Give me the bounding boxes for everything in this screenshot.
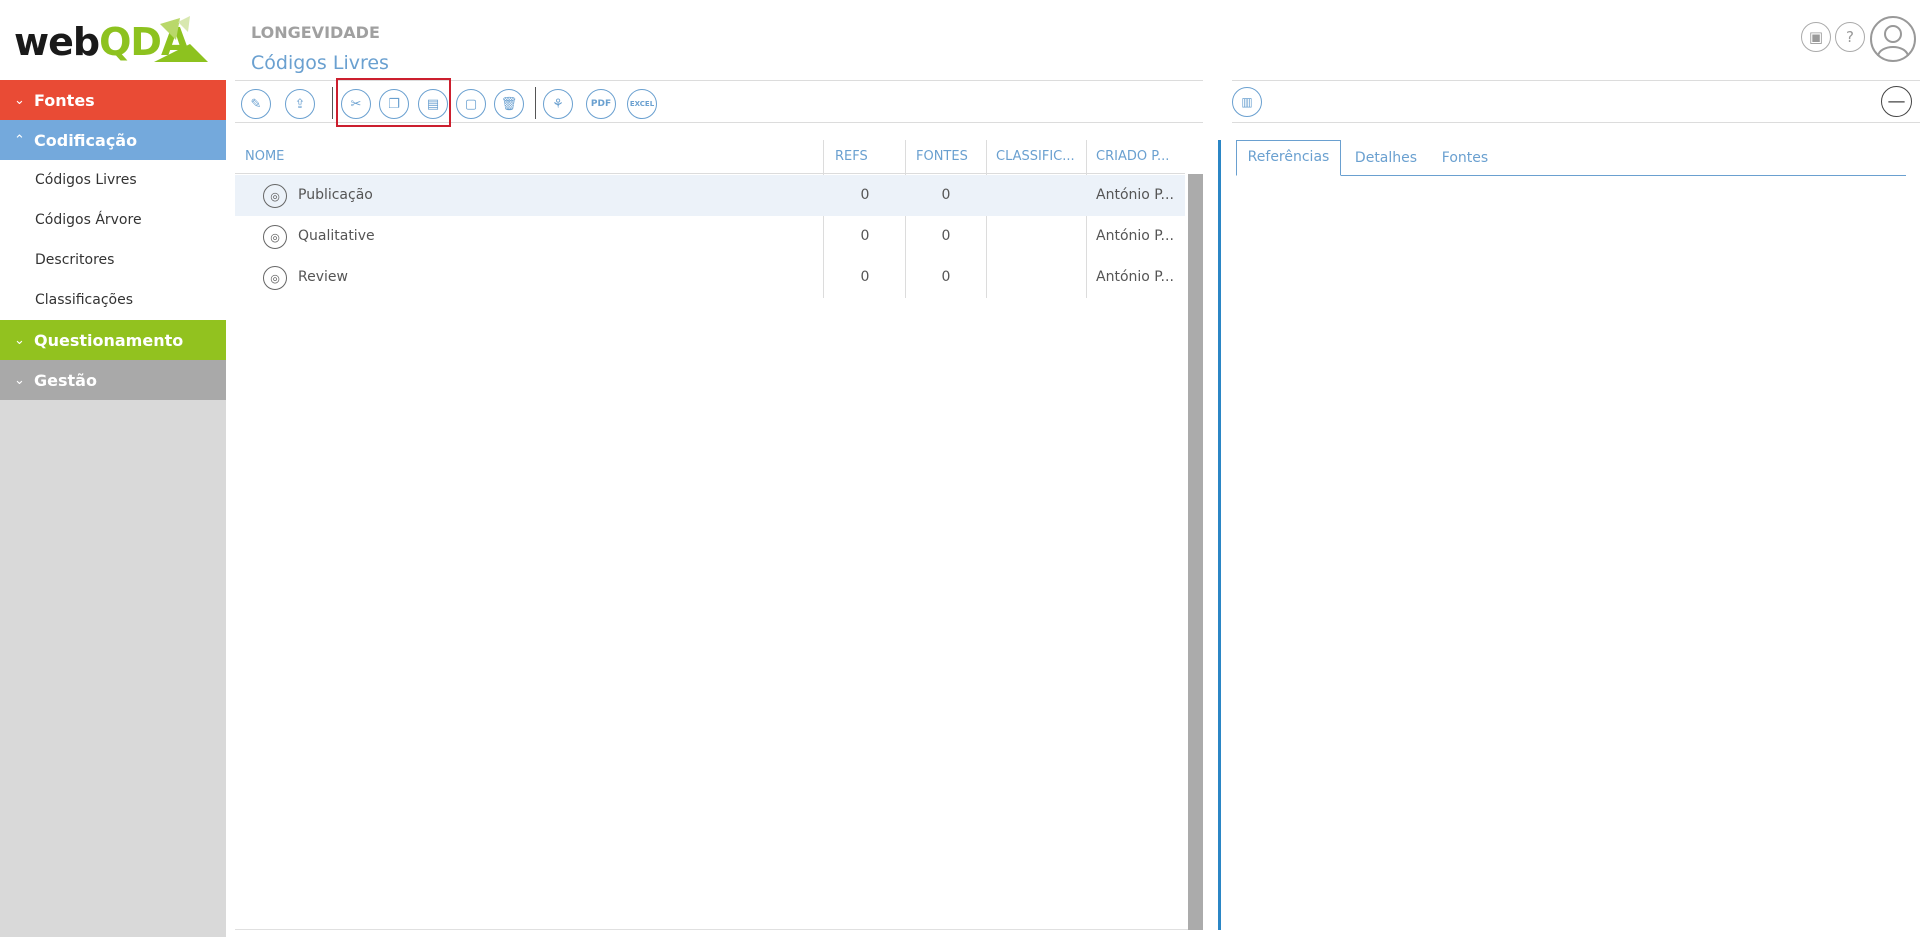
table-header: NOME REFS FONTES CLASSIFIC... CRIADO P..… (235, 140, 1185, 174)
pdf-icon[interactable]: PDF (586, 89, 616, 119)
cell-fontes: 0 (941, 228, 951, 244)
section-fontes-label: Fontes (34, 90, 95, 110)
cell-classificacao (996, 257, 1086, 298)
section-questionamento[interactable]: ⌄ Questionamento (0, 320, 226, 360)
chevron-down-icon: ⌄ (14, 332, 25, 348)
section-gestao-label: Gestão (34, 370, 97, 390)
panel-divider[interactable] (1218, 140, 1221, 930)
code-icon: ◎ (263, 184, 287, 208)
chevron-down-icon: ⌄ (14, 372, 25, 388)
cell-nome: Publicação (298, 187, 373, 203)
codes-table: NOME REFS FONTES CLASSIFIC... CRIADO P..… (235, 140, 1203, 930)
chevron-up-icon: ⌃ (14, 132, 25, 148)
delete-icon[interactable]: 🗑 (494, 89, 524, 119)
cell-fontes: 0 (941, 187, 951, 203)
table-row[interactable]: ◎ Review 0 0 António P... (235, 257, 1185, 298)
sidebar-item-descritores[interactable]: Descritores (0, 240, 226, 280)
sidebar-item-classificacoes[interactable]: Classificações (0, 280, 226, 320)
sidebar-item-codigos-livres[interactable]: Códigos Livres (0, 160, 226, 200)
project-name: LONGEVIDADE (251, 23, 380, 42)
cell-nome: Review (298, 269, 348, 285)
table-row[interactable]: ◎ Qualitative 0 0 António P... (235, 216, 1185, 257)
column-classificacao[interactable]: CLASSIFIC... (986, 140, 1086, 174)
tab-fontes[interactable]: Fontes (1430, 140, 1500, 176)
table-row[interactable]: ◎ Publicação 0 0 António P... (235, 175, 1185, 216)
chevron-down-icon: ⌄ (14, 92, 25, 108)
details-toolbar (1232, 80, 1920, 123)
logo-leaf-icon (154, 16, 208, 62)
tab-referencias[interactable]: Referências (1236, 140, 1341, 176)
details-tabs: Referências Detalhes Fontes (1236, 140, 1906, 176)
tree-icon[interactable]: ⚘ (543, 89, 573, 119)
section-gestao[interactable]: ⌄ Gestão (0, 360, 226, 400)
edit-icon[interactable]: ✎ (241, 89, 271, 119)
cell-refs: 0 (860, 228, 870, 244)
cell-criado-por: António P... (1096, 187, 1174, 203)
cell-criado-por: António P... (1096, 269, 1174, 285)
code-icon: ◎ (263, 225, 287, 249)
sidebar: webQDA ⌄ Fontes ⌃ Codificação Códigos Li… (0, 0, 226, 937)
column-refs[interactable]: REFS (825, 140, 906, 174)
cell-criado-por: António P... (1096, 228, 1174, 244)
toolbar-divider (332, 87, 333, 119)
table-scrollbar[interactable] (1188, 174, 1203, 930)
cell-classificacao (996, 216, 1086, 257)
user-avatar-icon[interactable] (1870, 16, 1916, 62)
folder-share-icon[interactable]: ▣ (1801, 22, 1831, 52)
codificacao-submenu: Códigos Livres Códigos Árvore Descritore… (0, 160, 226, 320)
barcode-icon[interactable]: ▥ (1232, 87, 1262, 117)
section-codificacao[interactable]: ⌃ Codificação (0, 120, 226, 160)
page-title: Códigos Livres (251, 52, 389, 74)
column-fontes[interactable]: FONTES (906, 140, 986, 174)
toolbar-divider (535, 87, 536, 119)
excel-icon[interactable]: EXCEL (627, 89, 657, 119)
cell-refs: 0 (860, 269, 870, 285)
help-icon[interactable]: ? (1835, 22, 1865, 52)
section-questionamento-label: Questionamento (34, 330, 184, 350)
webqda-logo[interactable]: webQDA (0, 0, 226, 80)
cell-refs: 0 (860, 187, 870, 203)
cell-fontes: 0 (941, 269, 951, 285)
cell-nome: Qualitative (298, 228, 375, 244)
column-nome[interactable]: NOME (235, 140, 825, 174)
section-codificacao-label: Codificação (34, 130, 138, 150)
sidebar-item-codigos-arvore[interactable]: Códigos Árvore (0, 200, 226, 240)
new-document-icon[interactable]: ▢ (456, 89, 486, 119)
section-fontes[interactable]: ⌄ Fontes (0, 80, 226, 120)
highlight-box (336, 78, 451, 127)
column-criado-por[interactable]: CRIADO P... (1086, 140, 1185, 174)
export-icon[interactable]: ⇪ (285, 89, 315, 119)
cell-classificacao (996, 175, 1086, 216)
tab-detalhes[interactable]: Detalhes (1346, 140, 1426, 176)
collapse-panel-icon[interactable]: — (1881, 86, 1912, 117)
code-icon: ◎ (263, 266, 287, 290)
user-icon (1877, 25, 1909, 57)
